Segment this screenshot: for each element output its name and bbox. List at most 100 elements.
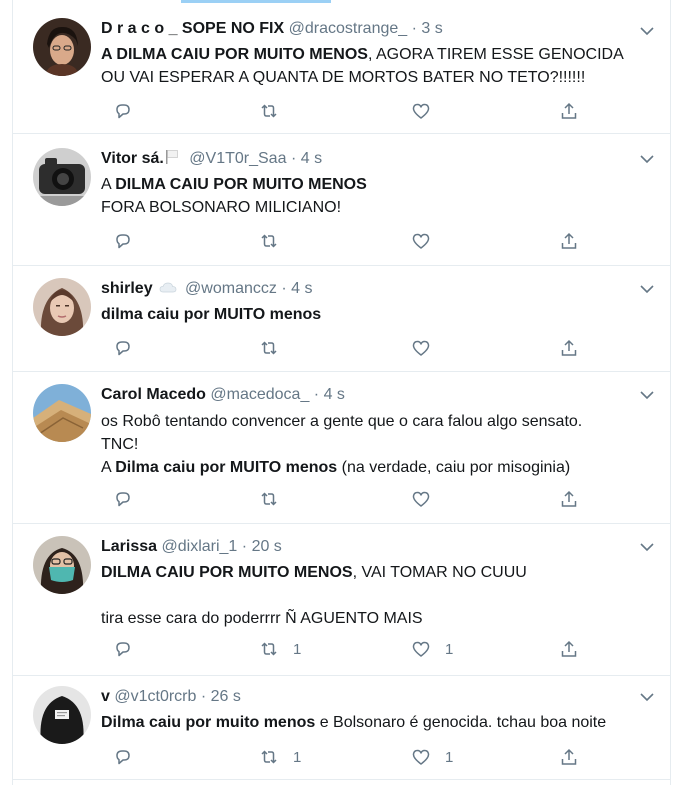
tweet[interactable]: Larissa @dixlari_1 · 20 s DILMA CAIU POR… (13, 524, 670, 676)
tweet-actions (101, 230, 581, 252)
user-handle[interactable]: @dixlari_1 (162, 538, 238, 555)
timestamp[interactable]: 4 s (301, 150, 322, 167)
display-name[interactable]: shirley (101, 280, 153, 297)
retweet-button[interactable] (259, 100, 293, 122)
chevron-down-icon[interactable] (640, 692, 654, 702)
retweet-button[interactable] (259, 488, 293, 510)
tweet-text-normal: , VAI TOMAR NO CUUU (352, 564, 527, 581)
tweet-text-bold: DILMA CAIU POR MUITO MENOS (101, 564, 353, 581)
like-button[interactable]: 1 (411, 638, 453, 660)
tweet[interactable]: Vitor sá. @V1T0r_Saa · 4 s A DILMA CAIU … (13, 134, 670, 266)
avatar[interactable] (33, 686, 91, 744)
reply-button[interactable] (113, 230, 133, 252)
tweet-actions (101, 337, 581, 359)
user-handle[interactable]: @v1ct0rcrb (114, 688, 196, 705)
reply-button[interactable] (113, 100, 133, 122)
chevron-down-icon[interactable] (640, 26, 654, 36)
reply-icon (116, 104, 130, 119)
tweet[interactable]: v @v1ct0rcrb · 26 s Dilma caiu por muito… (13, 676, 670, 780)
like-button[interactable]: 1 (411, 746, 453, 768)
tweet[interactable]: Carol Macedo @macedoca_ · 4 s os Robô te… (13, 372, 670, 524)
separator-dot: · (411, 20, 417, 37)
avatar[interactable] (33, 384, 91, 442)
tweet-actions: 1 1 (101, 638, 581, 660)
user-handle[interactable]: @macedoca_ (210, 386, 309, 403)
tweet-actions (101, 488, 581, 510)
tweet-actions (101, 100, 581, 122)
share-button[interactable] (559, 488, 579, 510)
timestamp[interactable]: 3 s (421, 20, 442, 37)
chevron-down-icon[interactable] (640, 390, 654, 400)
reply-button[interactable] (113, 638, 133, 660)
share-button[interactable] (559, 746, 579, 768)
share-icon (561, 490, 577, 507)
heart-icon (412, 641, 430, 657)
like-button[interactable] (411, 488, 445, 510)
share-button[interactable] (559, 230, 579, 252)
display-name[interactable]: Larissa (101, 538, 157, 555)
tweet-text-bold: DILMA CAIU POR MUITO MENOS (115, 176, 367, 193)
separator-dot: · (313, 386, 320, 403)
tweet-text-bold: dilma caiu por MUITO menos (101, 306, 322, 323)
tweet-text: os Robô tentando convencer a gente que o… (101, 410, 654, 479)
chevron-down-icon[interactable] (640, 154, 654, 164)
timeline-feed: D r a c o _ SOPE NO FIX @dracostrange_ ·… (12, 0, 671, 785)
timestamp[interactable]: 20 s (252, 538, 282, 555)
share-button[interactable] (559, 638, 579, 660)
share-icon (561, 640, 577, 657)
tweet-text: Dilma caiu por muito menos e Bolsonaro é… (101, 711, 654, 734)
timestamp[interactable]: 4 s (291, 280, 312, 297)
reply-icon (116, 234, 130, 249)
display-name[interactable]: Carol Macedo (101, 386, 206, 403)
user-handle[interactable]: @womanccz (185, 280, 277, 297)
timestamp[interactable]: 4 s (324, 386, 345, 403)
display-name[interactable]: v (101, 688, 110, 705)
retweet-button[interactable] (259, 337, 293, 359)
user-handle[interactable]: @V1T0r_Saa (189, 150, 286, 167)
tweet[interactable]: shirley @womanccz · 4 s dilma caiu por M… (13, 266, 670, 372)
reply-icon (116, 341, 130, 356)
avatar[interactable] (33, 536, 91, 594)
avatar[interactable] (33, 278, 91, 336)
like-button[interactable] (411, 100, 445, 122)
like-count: 1 (445, 748, 454, 766)
reply-button[interactable] (113, 746, 133, 768)
heart-icon (412, 103, 430, 119)
retweet-icon (261, 750, 277, 764)
share-button[interactable] (559, 100, 579, 122)
chevron-down-icon[interactable] (640, 542, 654, 552)
display-name[interactable]: D r a c o _ SOPE NO FIX (101, 20, 284, 37)
reply-icon (116, 642, 130, 657)
like-button[interactable] (411, 230, 445, 252)
reply-icon (116, 750, 130, 765)
share-button[interactable] (559, 337, 579, 359)
retweet-button[interactable]: 1 (259, 746, 301, 768)
avatar[interactable] (33, 148, 91, 206)
chevron-down-icon[interactable] (640, 284, 654, 294)
heart-icon (412, 491, 430, 507)
tweet-text-normal: e Bolsonaro é genocida. tchau boa noite (315, 714, 607, 731)
retweet-icon (261, 341, 277, 355)
retweet-icon (261, 492, 277, 506)
avatar[interactable] (33, 18, 91, 76)
reply-button[interactable] (113, 488, 133, 510)
tweet-text-bold: A DILMA CAIU POR MUITO MENOS (101, 46, 368, 63)
retweet-icon (261, 642, 277, 656)
tweet-text-normal: TNC! (101, 436, 139, 453)
user-handle[interactable]: @dracostrange_ (289, 20, 408, 37)
reply-icon (116, 492, 130, 507)
like-button[interactable] (411, 337, 445, 359)
separator-dot: · (200, 688, 207, 705)
retweet-button[interactable] (259, 230, 293, 252)
tweet-actions: 1 1 (101, 746, 581, 768)
tweet[interactable]: D r a c o _ SOPE NO FIX @dracostrange_ ·… (13, 0, 670, 134)
reply-button[interactable] (113, 337, 133, 359)
display-name[interactable]: Vitor sá. (101, 150, 164, 167)
like-count: 1 (445, 640, 454, 658)
separator-dot: · (281, 280, 287, 297)
tweet-text-bold: Dilma caiu por muito menos (101, 714, 316, 731)
retweet-button[interactable]: 1 (259, 638, 301, 660)
timestamp[interactable]: 26 s (211, 688, 241, 705)
tweet-text-bold: Dilma caiu por MUITO menos (115, 459, 338, 476)
tweet-text-prefix: A (101, 459, 116, 476)
